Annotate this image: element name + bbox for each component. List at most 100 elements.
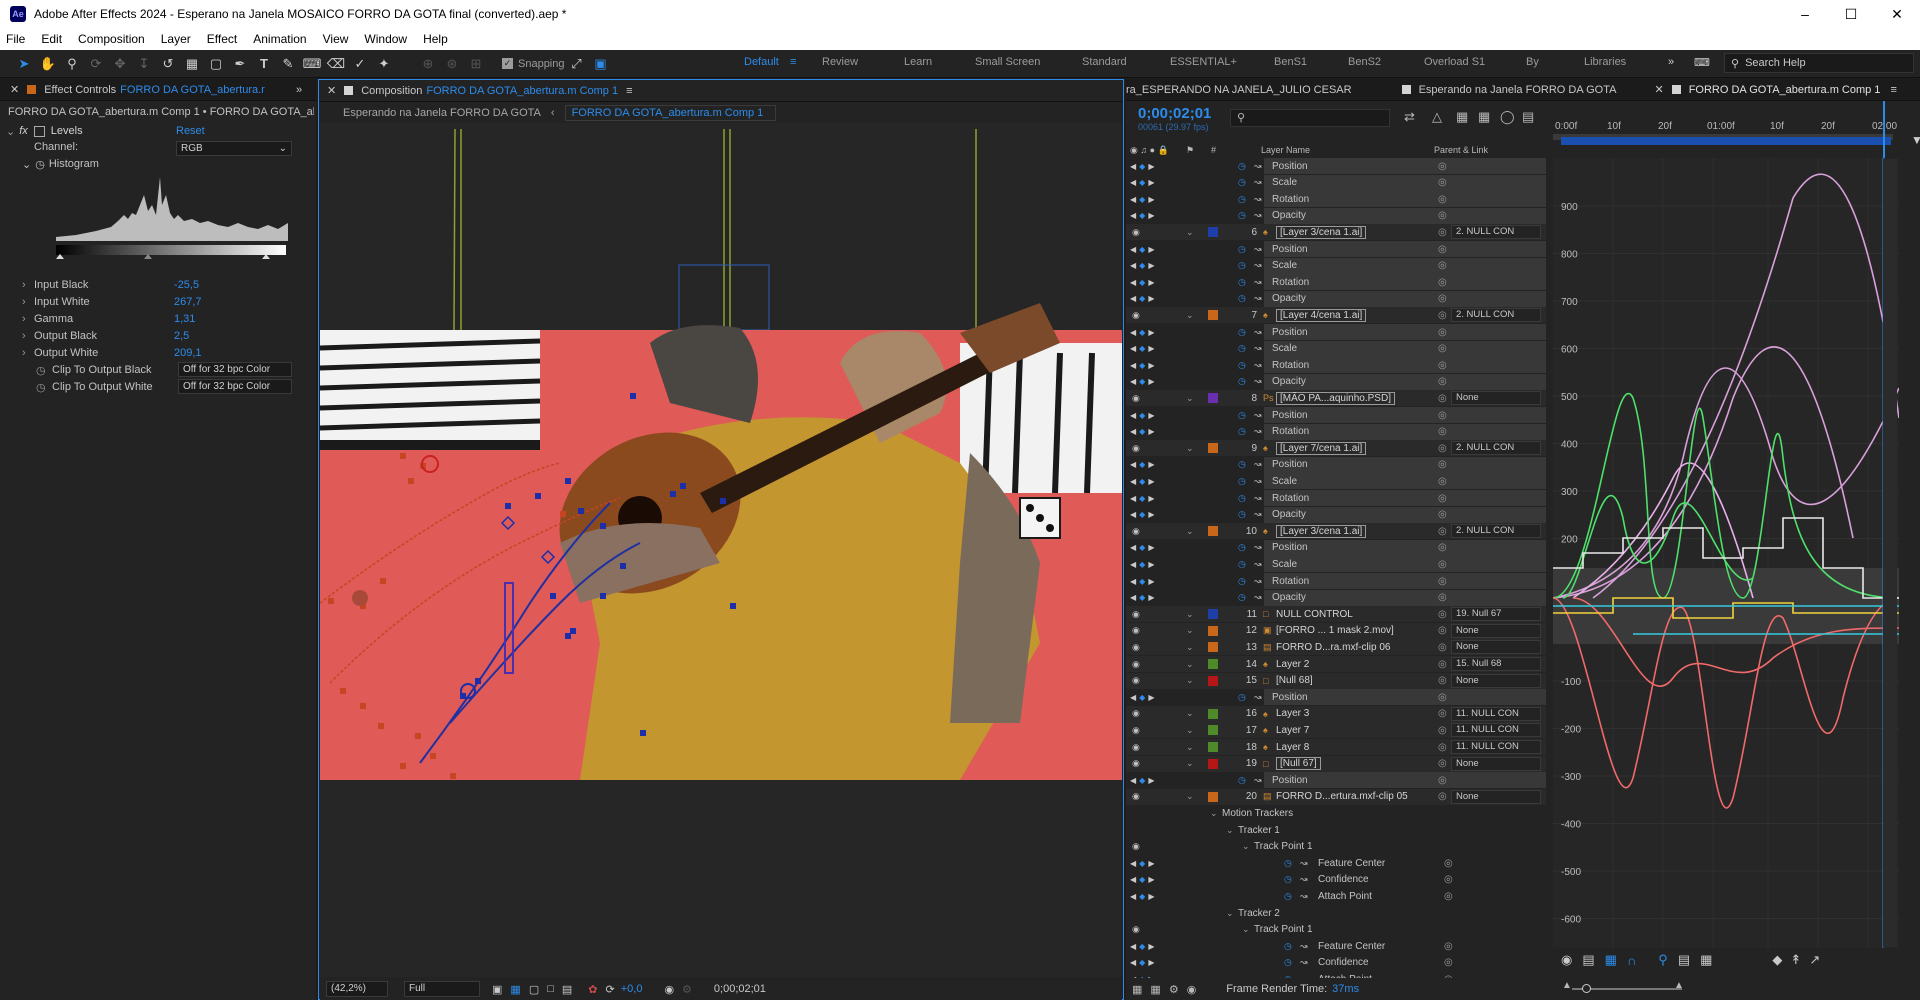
roto-brush-tool-icon[interactable]: ✓ [348, 53, 372, 75]
layer-name[interactable]: FORRO D...ertura.mxf-clip 05 [1276, 791, 1408, 802]
snapping-toggle[interactable]: ✓ Snapping [502, 58, 565, 70]
keyframe-navigator-icon[interactable]: ◀◆▶ [1130, 245, 1166, 254]
expand-icon[interactable]: ⌄ [1186, 742, 1194, 753]
graph-icon[interactable]: ↝ [1254, 459, 1262, 470]
layer-name[interactable]: [Null 67] [1276, 757, 1321, 771]
show-properties-icon[interactable]: ◉ [1561, 952, 1572, 968]
pickwhip-icon[interactable]: ◎ [1438, 327, 1447, 338]
motion-blur-icon[interactable]: ◯ [1500, 109, 1515, 125]
label-color-swatch[interactable] [1208, 791, 1218, 802]
expand-icon[interactable]: ⌄ [1210, 808, 1218, 819]
stopwatch-icon[interactable]: ◷ [1238, 592, 1246, 603]
keyframe-navigator-icon[interactable]: ◀◆▶ [1130, 377, 1166, 386]
keyframe-navigator-icon[interactable]: ◀◆▶ [1130, 942, 1166, 951]
current-time-indicator[interactable] [1883, 101, 1885, 159]
parent-dropdown[interactable]: 19. Null 67 [1451, 607, 1541, 622]
label-color-swatch[interactable] [1208, 609, 1218, 620]
workspace-libraries[interactable]: Libraries [1584, 56, 1626, 68]
switches-icon[interactable]: ▦ [1132, 983, 1142, 996]
layer-row[interactable]: ◉ ⌄ 14 ♠ Layer 2 ◎ 15. Null 68 [1126, 656, 1546, 672]
parent-dropdown[interactable]: 2. NULL CON [1451, 308, 1541, 323]
panel-menu-icon[interactable]: » [296, 84, 302, 96]
keyframe-navigator-icon[interactable]: ◀◆▶ [1130, 892, 1166, 901]
color-channels-icon[interactable]: ✿ [588, 983, 597, 996]
dolly-camera-icon[interactable]: ↧ [132, 53, 156, 75]
anchor-point-icon[interactable] [352, 590, 368, 606]
graph-icon[interactable]: ↝ [1254, 775, 1262, 786]
keyframe-navigator-icon[interactable]: ◀◆▶ [1130, 328, 1166, 337]
parent-dropdown[interactable]: 2. NULL CON [1451, 225, 1541, 240]
pickwhip-icon[interactable]: ◎ [1438, 758, 1447, 769]
world-axis-icon[interactable]: ⊛ [440, 53, 464, 75]
pickwhip-icon[interactable]: ◎ [1438, 542, 1447, 553]
graph-icon[interactable]: ↝ [1300, 941, 1308, 952]
group-row[interactable]: ⌄ Tracker 1 [1126, 822, 1546, 838]
layer-row[interactable]: ◉ ⌄ 20 ▤ FORRO D...ertura.mxf-clip 05 ◎ None [1126, 788, 1546, 805]
property-row[interactable]: ◀◆▶ ◷ ↝ Position ◎ [1126, 324, 1546, 340]
graph-icon[interactable]: ↝ [1254, 210, 1262, 221]
pickwhip-icon[interactable]: ◎ [1438, 659, 1447, 670]
graph-icon[interactable]: ↝ [1254, 360, 1262, 371]
stopwatch-icon[interactable]: ◷ [1284, 891, 1292, 902]
param-clip-white[interactable]: ◷ Clip To Output White Off for 32 bpc Co… [0, 379, 296, 395]
keyframe-navigator-icon[interactable]: ◀◆▶ [1130, 593, 1166, 602]
stopwatch-icon[interactable]: ◷ [1238, 244, 1246, 255]
layer-search-input[interactable]: ⚲ [1230, 109, 1390, 127]
layer-name[interactable]: [Null 68] [1276, 675, 1313, 686]
menu-composition[interactable]: Composition [78, 32, 145, 46]
property-row[interactable]: ◀◆▶ ◷ ↝ Scale ◎ [1126, 257, 1546, 274]
composition-mini-flowchart-icon[interactable]: ⇄ [1404, 109, 1415, 125]
eye-icon[interactable]: ◉ [1132, 443, 1140, 454]
hide-shy-layers-icon[interactable]: ▦ [1456, 109, 1468, 125]
fx-icon[interactable]: fx [19, 125, 28, 137]
expand-icon[interactable]: › [22, 330, 26, 342]
eye-icon[interactable]: ◉ [1132, 310, 1140, 321]
workspace-essential[interactable]: ESSENTIAL+ [1170, 56, 1237, 68]
stopwatch-icon[interactable]: ◷ [36, 381, 46, 394]
keyframe-navigator-icon[interactable]: ◀◆▶ [1130, 344, 1166, 353]
property-row[interactable]: ◀◆▶ ◷ ↝ Confidence ◎ [1126, 872, 1546, 888]
layer-row[interactable]: ◉ ⌄ 15 □ [Null 68] ◎ None [1126, 672, 1546, 689]
menu-layer[interactable]: Layer [161, 32, 191, 46]
layer-name[interactable]: Layer 8 [1276, 742, 1309, 753]
layer-row[interactable]: ◉ ⌄ 6 ♠ [Layer 3/cena 1.ai] ◎ 2. NULL CON [1126, 224, 1546, 241]
layer-name[interactable]: [Layer 3/cena 1.ai] [1276, 225, 1367, 239]
expand-icon[interactable]: ⌄ [1186, 526, 1194, 537]
eye-icon[interactable]: ◉ [1132, 791, 1140, 802]
keyframe-navigator-icon[interactable]: ◀◆▶ [1130, 460, 1166, 469]
eye-icon[interactable]: ◉ [1132, 227, 1140, 238]
expand-icon[interactable]: ⌄ [1186, 625, 1194, 636]
graph-icon[interactable]: ↝ [1254, 692, 1262, 703]
property-row[interactable]: ◀◆▶ ◷ ↝ Scale ◎ [1126, 556, 1546, 573]
layer-name[interactable]: Layer 3 [1276, 708, 1309, 719]
stopwatch-icon[interactable]: ◷ [1284, 957, 1292, 968]
composition-viewer[interactable] [320, 123, 1122, 977]
keyboard-shortcuts-icon[interactable]: ⌨ [1694, 56, 1710, 69]
graph-icon[interactable]: ↝ [1254, 542, 1262, 553]
menu-animation[interactable]: Animation [253, 32, 306, 46]
easy-ease-icon[interactable]: ↗ [1809, 952, 1820, 968]
clip-black-dropdown[interactable]: Off for 32 bpc Color [178, 362, 292, 377]
property-row[interactable]: ◀◆▶ ◷ ↝ Position ◎ [1126, 689, 1546, 706]
expand-icon[interactable]: › [22, 296, 26, 308]
graph-icon[interactable]: ↝ [1300, 891, 1308, 902]
layer-row[interactable]: ◉ ⌄ 8 Ps [MÃO PA...aquinho.PSD] ◎ None [1126, 390, 1546, 407]
keyframe-navigator-icon[interactable]: ◀◆▶ [1130, 427, 1166, 436]
expand-icon[interactable]: ⌄ [1186, 443, 1194, 454]
parent-dropdown[interactable]: 2. NULL CON [1451, 441, 1541, 456]
pickwhip-icon[interactable]: ◎ [1438, 293, 1447, 304]
eye-icon[interactable]: ◉ [1132, 642, 1140, 653]
menu-window[interactable]: Window [364, 32, 407, 46]
param-clip-black[interactable]: ◷ Clip To Output Black Off for 32 bpc Co… [0, 362, 296, 378]
stopwatch-icon[interactable]: ◷ [1238, 293, 1246, 304]
parent-dropdown[interactable]: 2. NULL CON [1451, 524, 1541, 539]
effect-controls-tab[interactable]: ✕ Effect Controls FORRO DA GOTA_abertura… [0, 79, 316, 101]
pickwhip-icon[interactable]: ◎ [1438, 393, 1447, 404]
parent-dropdown[interactable]: 15. Null 68 [1451, 657, 1541, 671]
eye-icon[interactable]: ◉ [1132, 393, 1140, 404]
workspace-overload-s1[interactable]: Overload S1 [1424, 56, 1485, 68]
work-area-range[interactable] [1561, 137, 1891, 145]
pickwhip-icon[interactable]: ◎ [1438, 791, 1447, 802]
layer-name[interactable]: [Layer 7/cena 1.ai] [1276, 441, 1367, 455]
pen-tool-icon[interactable]: ✒ [228, 53, 252, 75]
